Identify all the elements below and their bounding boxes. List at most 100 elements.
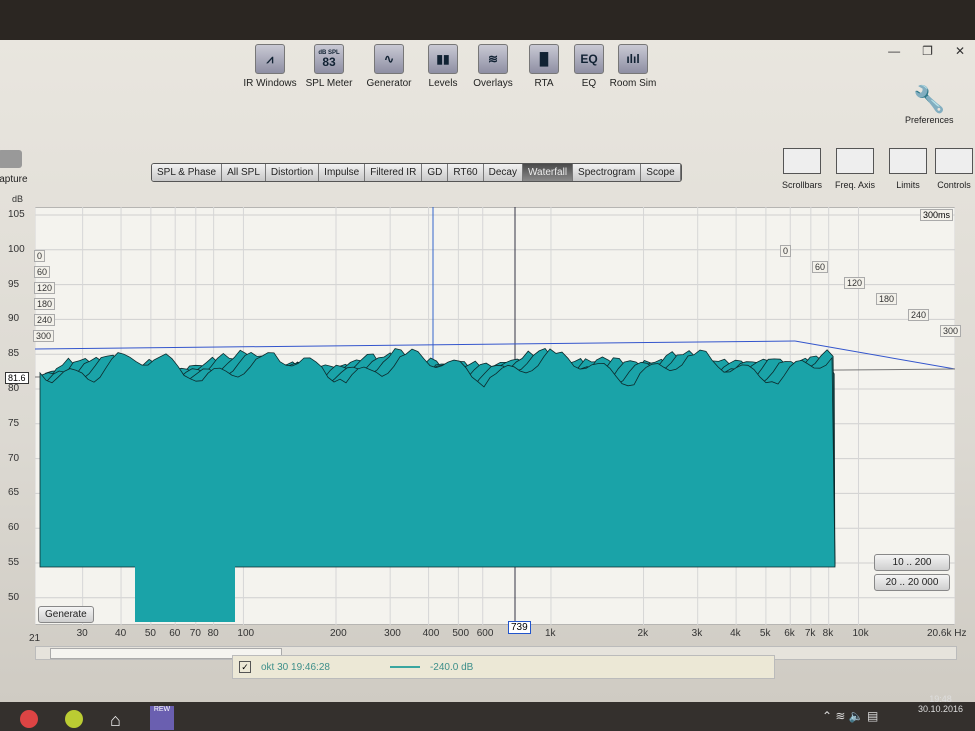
toolbar-button-generator[interactable]: ∿ Generator xyxy=(359,44,419,89)
time-tick-label: 300 xyxy=(940,325,962,337)
overlays-icon: ≋ xyxy=(478,44,508,74)
y-tick-label: 100 xyxy=(8,243,25,255)
x-tick-label: 40 xyxy=(115,628,127,639)
left-time-tick-label: 180 xyxy=(34,298,56,310)
range-full-button[interactable]: 20 .. 20 000 xyxy=(874,574,950,591)
freq-axis-icon xyxy=(836,148,874,174)
toolbar-label: Levels xyxy=(428,78,458,89)
tab-filtered-ir[interactable]: Filtered IR xyxy=(365,164,423,181)
legend: ✓ okt 30 19:46:28 -240.0 dB xyxy=(232,655,775,679)
chrome-icon[interactable] xyxy=(20,710,38,728)
time-tick-label: 180 xyxy=(876,293,898,305)
x-tick-label: 4k xyxy=(730,628,741,639)
icon-glyph: ≋ xyxy=(487,52,499,66)
icon-glyph: ▮▮ xyxy=(436,52,450,66)
room-sim-icon: ılıl xyxy=(618,44,648,74)
maximize-button[interactable]: ❐ xyxy=(922,44,933,58)
rta-icon: ▐▌ xyxy=(529,44,559,74)
time-tick-label: 60 xyxy=(812,261,829,273)
y-tick-label: 80 xyxy=(8,383,20,394)
control-controls[interactable]: Controls xyxy=(928,148,975,190)
x-tick-label: 400 xyxy=(422,628,440,639)
waterfall-slice xyxy=(39,348,836,568)
range-10-200-button[interactable]: 10 .. 200 xyxy=(874,554,950,571)
toolbar-label: EQ xyxy=(581,78,597,89)
graph-tabs: SPL & Phase All SPL Distortion Impulse Filte… xyxy=(151,163,682,182)
tab-spl-phase[interactable]: SPL & Phase xyxy=(152,164,223,181)
control-freq-axis[interactable]: Freq. Axis xyxy=(829,148,881,190)
y-tick-label: 95 xyxy=(8,278,20,290)
rew-taskbar-icon[interactable]: REW xyxy=(150,706,174,730)
left-time-tick-label: 240 xyxy=(34,314,56,326)
legend-value: -240.0 dB xyxy=(429,661,474,673)
preferences-label: Preferences xyxy=(905,115,954,125)
x-tick-label: 50 xyxy=(144,628,156,639)
x-tick-label: 21 xyxy=(29,633,41,644)
y-tick-label: 90 xyxy=(8,313,20,325)
y-tick-label: 70 xyxy=(8,452,20,464)
control-scrollbars[interactable]: Scrollbars xyxy=(776,148,828,190)
spotify-icon[interactable] xyxy=(65,710,83,728)
x-tick-label: 500 xyxy=(452,628,470,639)
legend-checkbox[interactable]: ✓ xyxy=(239,661,251,673)
icon-glyph: ∿ xyxy=(383,52,395,66)
icon-glyph: 83 xyxy=(322,55,336,69)
tray-icons[interactable]: ⌃ ≋ 🔈 ▤ xyxy=(822,709,878,723)
y-tick-label: 85 xyxy=(8,348,20,360)
tab-decay[interactable]: Decay xyxy=(483,164,523,181)
x-tick-label: 6k xyxy=(784,628,795,639)
x-tick-label: 7k xyxy=(804,628,816,639)
tab-waterfall[interactable]: Waterfall xyxy=(522,164,574,181)
icon-glyph: ⩘ xyxy=(266,52,274,66)
clock-date: 30.10.2016 xyxy=(918,704,964,714)
spl-meter-icon: dB SPL 83 xyxy=(314,44,344,74)
left-time-tick-label: 0 xyxy=(34,250,46,262)
control-label: Limits xyxy=(896,180,920,190)
preferences-button[interactable]: 🔧 Preferences xyxy=(905,84,954,125)
capture-label: Capture xyxy=(0,174,28,185)
x-tick-label: 3k xyxy=(691,628,703,639)
clock[interactable]: 19:48 30.10.2016 xyxy=(918,694,963,714)
tab-impulse[interactable]: Impulse xyxy=(319,164,366,181)
toolbar-button-ir-windows[interactable]: ⩘ IR Windows xyxy=(240,44,300,89)
toolbar-label: IR Windows xyxy=(243,78,297,89)
controls-icon xyxy=(935,148,973,174)
y-unit-label: dB xyxy=(12,194,24,204)
tab-distortion[interactable]: Distortion xyxy=(265,164,320,181)
home-icon[interactable]: ⌂ xyxy=(110,710,121,731)
toolbar-button-room-sim[interactable]: ılıl Room Sim xyxy=(603,44,663,89)
tab-scope[interactable]: Scope xyxy=(641,164,681,181)
tab-all-spl[interactable]: All SPL xyxy=(222,164,266,181)
x-tick-label: 2k xyxy=(637,628,649,639)
limits-icon xyxy=(889,148,927,174)
toolbar-label: SPL Meter xyxy=(305,78,353,89)
tab-gd[interactable]: GD xyxy=(422,164,449,181)
control-limits[interactable]: Limits xyxy=(882,148,934,190)
x-tick-label: 30 xyxy=(76,628,88,639)
y-tick-label: 75 xyxy=(8,417,20,429)
generator-icon: ∿ xyxy=(374,44,404,74)
icon-glyph: ▐▌ xyxy=(535,52,553,66)
tab-spectrogram[interactable]: Spectrogram xyxy=(573,164,642,181)
camera-icon xyxy=(0,150,22,168)
taskbar: ⌂ REW ⌃ ≋ 🔈 ▤ 19:48 30.10.2016 xyxy=(0,694,975,731)
window-controls: — ❐ ✕ xyxy=(888,44,965,58)
minimize-button[interactable]: — xyxy=(888,44,900,58)
cursor-level-readout: 81.6 xyxy=(5,372,29,384)
toolbar-label: Generator xyxy=(366,78,412,89)
time-tick-label: 240 xyxy=(908,309,930,321)
capture-button[interactable]: Capture xyxy=(0,150,28,185)
toolbar-button-spl-meter[interactable]: dB SPL 83 SPL Meter xyxy=(299,44,359,89)
tab-rt60[interactable]: RT60 xyxy=(448,164,484,181)
close-button[interactable]: ✕ xyxy=(955,44,965,58)
levels-icon: ▮▮ xyxy=(428,44,458,74)
y-tick-label: 60 xyxy=(8,522,20,534)
x-tick-label: 60 xyxy=(169,628,181,639)
x-tick-label: 10k xyxy=(852,628,869,639)
control-label: Scrollbars xyxy=(781,180,822,190)
time-tick-label: 0 xyxy=(780,245,792,257)
generate-button[interactable]: Generate xyxy=(38,606,94,623)
icon-glyph: ılıl xyxy=(626,52,640,66)
wrench-icon: 🔧 xyxy=(913,84,946,114)
eq-icon: EQ xyxy=(574,44,604,74)
